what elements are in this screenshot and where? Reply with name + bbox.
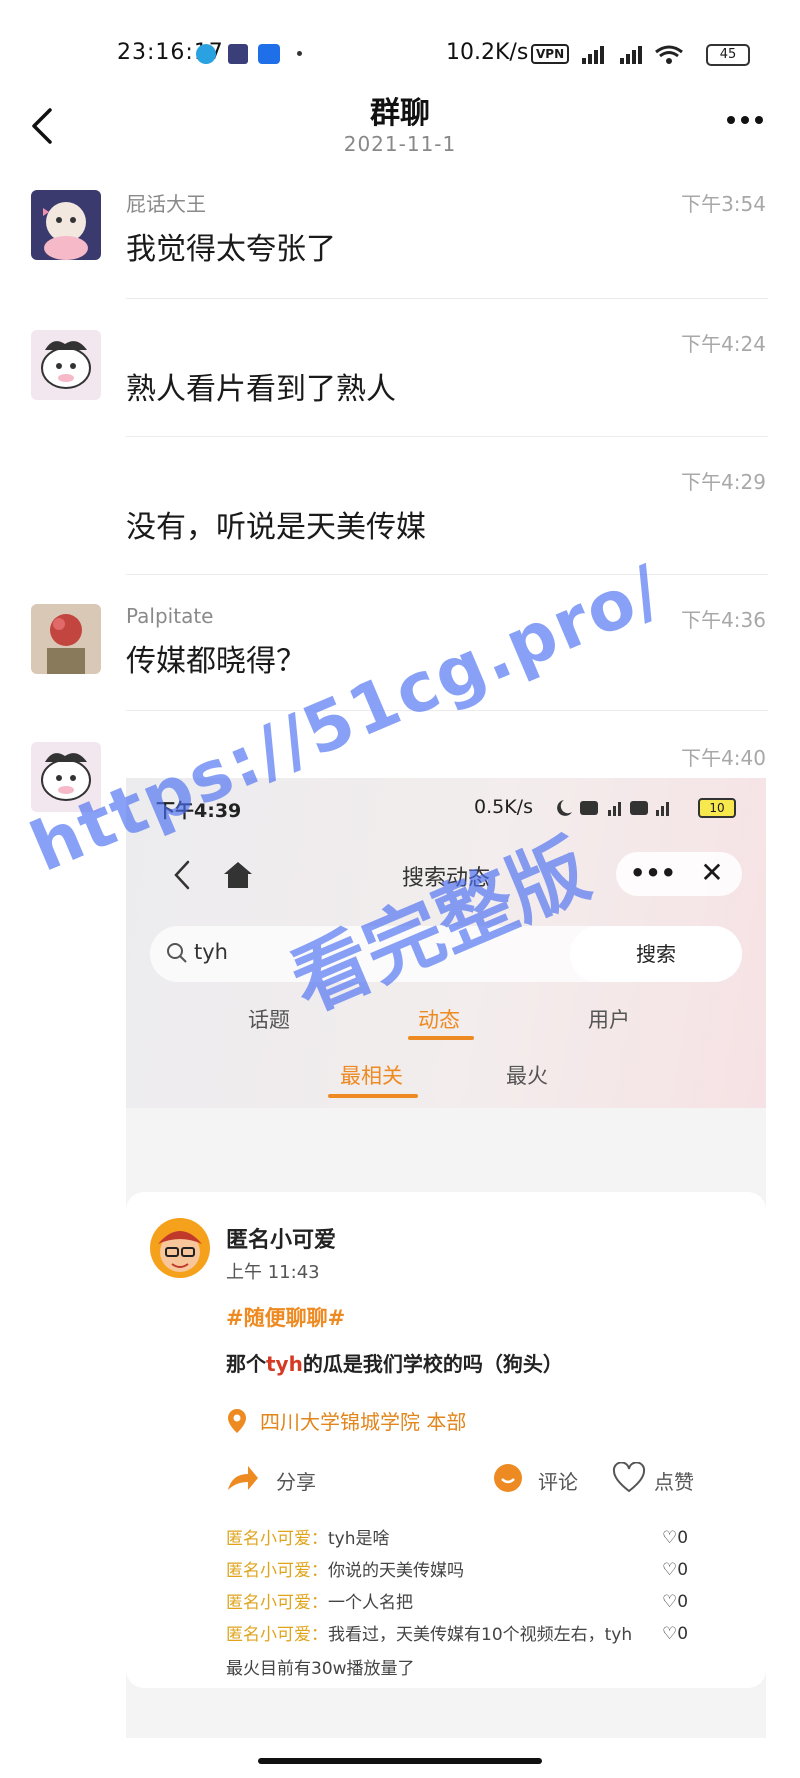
page-title: 群聊: [370, 96, 430, 131]
panda-cow-avatar-icon: [41, 341, 91, 389]
comment-like-count: ♡0: [662, 1560, 689, 1580]
message-text[interactable]: 没有，听说是天美传媒: [126, 502, 426, 546]
message-time: 下午4:36: [681, 608, 766, 632]
search-icon: [167, 943, 187, 963]
comment-like-count: ♡0: [662, 1592, 689, 1612]
avatar[interactable]: [31, 190, 101, 260]
signal-wifi-icons: [582, 45, 683, 64]
cat-app-icon: [228, 44, 248, 64]
post-location: 四川大学锦城学院 本部: [260, 1410, 467, 1434]
comment-like-count: ♡0: [662, 1528, 689, 1548]
comment-item: 匿名小可爱：tyh是啥: [226, 1529, 390, 1549]
comment-like-count: ♡0: [662, 1624, 689, 1644]
divider: [126, 298, 768, 299]
home-indicator[interactable]: [258, 1758, 542, 1764]
message-time: 下午3:54: [681, 192, 766, 216]
divider: [126, 574, 768, 575]
tab-users: 用户: [588, 1008, 630, 1032]
message-text[interactable]: 传媒都晓得？: [126, 636, 306, 680]
screenshot-network-speed: 0.5K/s: [474, 796, 533, 818]
tab-posts: 动态: [418, 1008, 460, 1032]
post-card: 匿名小可爱 上午 11:43 #随便聊聊# 那个tyh的瓜是我们学校的吗（狗头）…: [126, 1192, 766, 1688]
comment-item: 匿名小可爱：一个人名把: [226, 1593, 413, 1613]
message-text[interactable]: 熟人看片看到了熟人: [126, 364, 396, 408]
post-topic: #随便聊聊#: [226, 1306, 346, 1330]
comment-item: 匿名小可爱：你说的天美传媒吗: [226, 1561, 464, 1581]
sheep-avatar-icon: [43, 202, 88, 260]
avatar[interactable]: [31, 604, 101, 674]
sender-name: 屁话大王: [126, 192, 206, 216]
message-time: 下午4:24: [681, 332, 766, 356]
message-text[interactable]: 我觉得太夸张了: [126, 224, 336, 268]
active-subtab-indicator: [328, 1094, 418, 1098]
avatar[interactable]: [31, 330, 101, 400]
zhihu-icon: [258, 44, 280, 64]
photo-avatar-icon: [47, 614, 85, 674]
location-pin-icon: [228, 1409, 246, 1433]
divider: [126, 436, 768, 437]
search-highlight: tyh: [266, 1352, 303, 1376]
subtab-hottest: 最火: [506, 1064, 548, 1088]
network-speed: 10.2K/s: [446, 40, 529, 65]
post-author-name: 匿名小可爱: [226, 1228, 337, 1253]
comment-icon: [494, 1464, 522, 1492]
active-tab-indicator: [408, 1036, 474, 1040]
search-query: tyh: [194, 940, 228, 964]
battery-indicator: 45: [706, 44, 750, 66]
heart-icon: [612, 1462, 646, 1493]
sender-name: Palpitate: [126, 604, 214, 628]
vpn-badge: VPN: [531, 44, 570, 64]
post-body: 那个tyh的瓜是我们学校的吗（狗头）: [226, 1352, 563, 1376]
more-options-icon[interactable]: [725, 110, 765, 130]
screenshot-status-icons: [557, 800, 669, 816]
message-time: 下午4:29: [681, 470, 766, 494]
chat-message: 屁话大王 下午3:54 我觉得太夸张了: [0, 180, 800, 318]
screenshot-battery: 10: [698, 798, 736, 818]
post-time: 上午 11:43: [226, 1262, 320, 1283]
tab-topic: 话题: [248, 1008, 290, 1032]
cartoon-avatar-icon: [158, 1231, 202, 1272]
capsule-close-icon: ✕: [700, 856, 724, 889]
share-label: 分享: [276, 1470, 316, 1494]
share-icon: [228, 1466, 258, 1490]
telegram-icon: [196, 44, 216, 64]
like-label: 点赞: [654, 1470, 694, 1494]
chat-message: 下午4:24 熟人看片看到了熟人: [0, 318, 800, 456]
chat-message: 下午4:29 没有，听说是天美传媒: [0, 456, 800, 594]
message-time: 下午4:40: [681, 746, 766, 770]
chat-date: 2021-11-1: [343, 132, 457, 156]
status-bar: 23:16:17 10.2K/s VPN 45: [0, 0, 800, 100]
screenshot-search-button: 搜索: [570, 926, 742, 982]
capsule-more-icon: •••: [630, 859, 677, 887]
comment-item: 匿名小可爱：我看过，天美传媒有10个视频左右，tyh最火目前有30w播放量了: [226, 1625, 633, 1679]
post-author-avatar: [150, 1218, 210, 1278]
comment-label: 评论: [538, 1470, 578, 1494]
subtab-relevant: 最相关: [340, 1064, 403, 1088]
notification-dot-icon: [297, 51, 302, 56]
